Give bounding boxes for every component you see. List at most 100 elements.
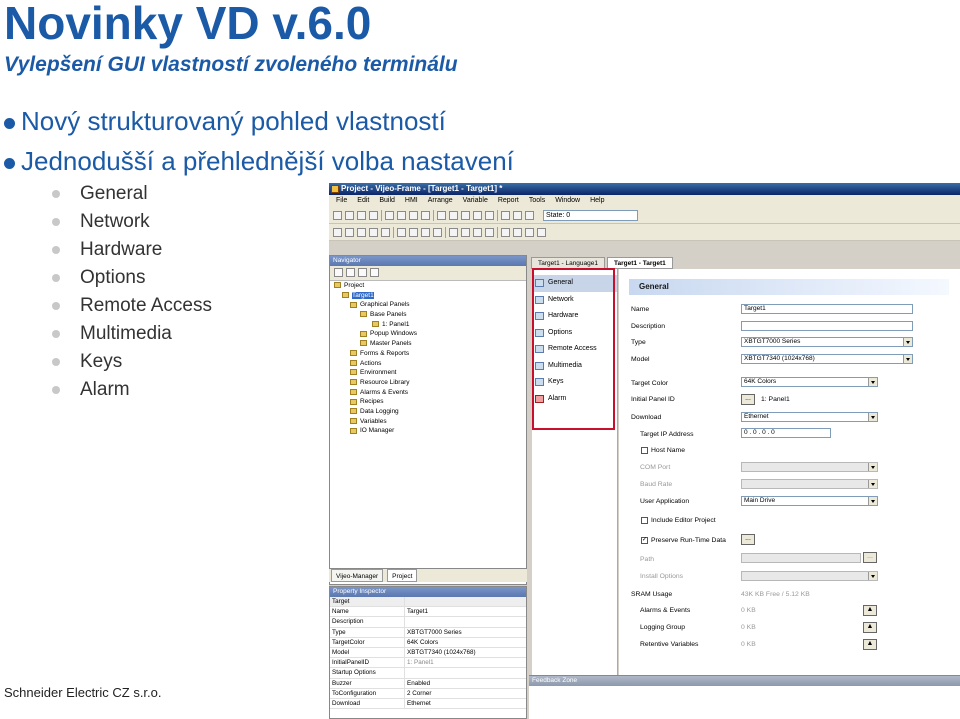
tab-target1-target1[interactable]: Target1 - Target1 [607, 257, 673, 269]
new-icon[interactable] [333, 210, 342, 220]
align-icon[interactable] [501, 227, 510, 237]
install-options-select[interactable] [741, 571, 878, 581]
model-select[interactable]: XBTGT7340 (1024x768) [741, 354, 913, 364]
pi-row[interactable]: Buzzer Enabled [330, 678, 526, 689]
preserve-browse-button[interactable]: ... [741, 534, 755, 545]
line-icon[interactable] [345, 227, 354, 237]
target-ip-field[interactable]: 0 . 0 . 0 . 0 [741, 428, 831, 438]
menu-arrange[interactable]: Arrange [423, 195, 458, 207]
retentive-variables-up-button[interactable]: ▲ [863, 639, 877, 650]
menu-variable[interactable]: Variable [458, 195, 493, 207]
tree-item-graphical-panels[interactable]: Graphical Panels [330, 300, 526, 310]
menu-help[interactable]: Help [585, 195, 609, 207]
logging-group-up-button[interactable]: ▲ [863, 622, 877, 633]
include-editor-checkbox[interactable] [641, 517, 648, 524]
pi-row[interactable]: Type XBTGT7000 Series [330, 627, 526, 638]
pi-row[interactable]: ToConfiguration 2 Corner [330, 688, 526, 699]
menu-build[interactable]: Build [374, 195, 400, 207]
tree-item-environment[interactable]: Environment [330, 368, 526, 378]
menu-tools[interactable]: Tools [524, 195, 550, 207]
baud-rate-select[interactable] [741, 479, 878, 489]
user-application-select[interactable]: Main Drive [741, 496, 878, 506]
host-name-checkbox[interactable] [641, 447, 648, 454]
open-icon[interactable] [345, 210, 354, 220]
trend-icon[interactable] [473, 227, 482, 237]
lock-icon[interactable] [525, 210, 534, 220]
simulate-icon[interactable] [485, 210, 494, 220]
tree-item-panel1[interactable]: 1: Panel1 [330, 320, 526, 330]
grid-icon[interactable] [537, 227, 546, 237]
copy-icon[interactable] [397, 210, 406, 220]
path-label: Path [640, 556, 654, 563]
menu-report[interactable]: Report [493, 195, 524, 207]
folder-icon[interactable] [370, 268, 379, 277]
pi-row[interactable]: Model XBTGT7340 (1024x768) [330, 647, 526, 659]
properties-icon[interactable] [358, 268, 367, 277]
undo-icon[interactable] [437, 210, 446, 220]
path-field[interactable] [741, 553, 861, 563]
tree-item-master-panels[interactable]: Master Panels [330, 339, 526, 349]
pointer-icon[interactable] [333, 227, 342, 237]
switch-icon[interactable] [421, 227, 430, 237]
type-select[interactable]: XBTGT7000 Series [741, 337, 913, 347]
tree-item-alarms-events[interactable]: Alarms & Events [330, 388, 526, 398]
pi-row[interactable]: InitialPanelID 1: Panel1 [330, 658, 526, 669]
paste-icon[interactable] [409, 210, 418, 220]
path-browse-button[interactable]: ... [863, 552, 877, 563]
pi-row[interactable]: TargetColor 64K Colors [330, 637, 526, 648]
redo-icon[interactable] [449, 210, 458, 220]
tree-item-target1[interactable]: Target1 [330, 291, 526, 301]
zoom-in-icon[interactable] [501, 210, 510, 220]
zoom-out-icon[interactable] [513, 210, 522, 220]
initial-panel-browse-button[interactable]: ... [741, 394, 755, 405]
tab-vijeo-manager[interactable]: Vijeo-Manager [331, 569, 384, 582]
tree-item-actions[interactable]: Actions [330, 359, 526, 369]
download-icon[interactable] [473, 210, 482, 220]
menu-edit[interactable]: Edit [352, 195, 374, 207]
name-field[interactable]: Target1 [741, 304, 913, 314]
preserve-runtime-checkbox[interactable]: ✓ [641, 537, 648, 544]
print-icon[interactable] [369, 210, 378, 220]
com-port-select[interactable] [741, 462, 878, 472]
new-icon[interactable] [334, 268, 343, 277]
tree-item-resource-library[interactable]: Resource Library [330, 378, 526, 388]
menu-hmi[interactable]: HMI [400, 195, 423, 207]
alarms-events-up-button[interactable]: ▲ [863, 605, 877, 616]
tree-item-project[interactable]: Project [330, 281, 526, 291]
cut-icon[interactable] [385, 210, 394, 220]
save-icon[interactable] [357, 210, 366, 220]
pi-row[interactable]: Name Target1 [330, 607, 526, 618]
bargraph-icon[interactable] [461, 227, 470, 237]
tree-item-recipes[interactable]: Recipes [330, 397, 526, 407]
tree-item-variables[interactable]: Variables [330, 417, 526, 427]
group-icon[interactable] [513, 227, 522, 237]
delete-icon[interactable] [421, 210, 430, 220]
ellipse-icon[interactable] [381, 227, 390, 237]
text-icon[interactable] [397, 227, 406, 237]
pi-row[interactable]: Startup Options [330, 668, 526, 679]
meter-icon[interactable] [449, 227, 458, 237]
download-select[interactable]: Ethernet [741, 412, 878, 422]
app-screenshot: Project - Vijeo-Frame - [Target1 - Targe… [329, 183, 960, 719]
order-icon[interactable] [525, 227, 534, 237]
rectangle-icon[interactable] [369, 227, 378, 237]
polyline-icon[interactable] [357, 227, 366, 237]
menu-file[interactable]: File [331, 195, 352, 207]
description-field[interactable] [741, 321, 913, 331]
tree-item-io-manager[interactable]: IO Manager [330, 426, 526, 436]
menu-window[interactable]: Window [550, 195, 585, 207]
pi-row[interactable]: Download Ethernet [330, 698, 526, 710]
tree-item-base-panels[interactable]: Base Panels [330, 310, 526, 320]
pi-row[interactable]: Description [330, 617, 526, 628]
target-color-select[interactable]: 64K Colors [741, 377, 878, 387]
lamp-icon[interactable] [433, 227, 442, 237]
tree-item-forms-reports[interactable]: Forms & Reports [330, 349, 526, 359]
tab-project[interactable]: Project [387, 569, 418, 582]
numeric-display-icon[interactable] [485, 227, 494, 237]
tree-item-data-logging[interactable]: Data Logging [330, 407, 526, 417]
open-icon[interactable] [346, 268, 355, 277]
state-combo[interactable]: State: 0 [543, 209, 638, 221]
image-icon[interactable] [409, 227, 418, 237]
build-icon[interactable] [461, 210, 470, 220]
tree-item-popup-windows[interactable]: Popup Windows [330, 329, 526, 339]
